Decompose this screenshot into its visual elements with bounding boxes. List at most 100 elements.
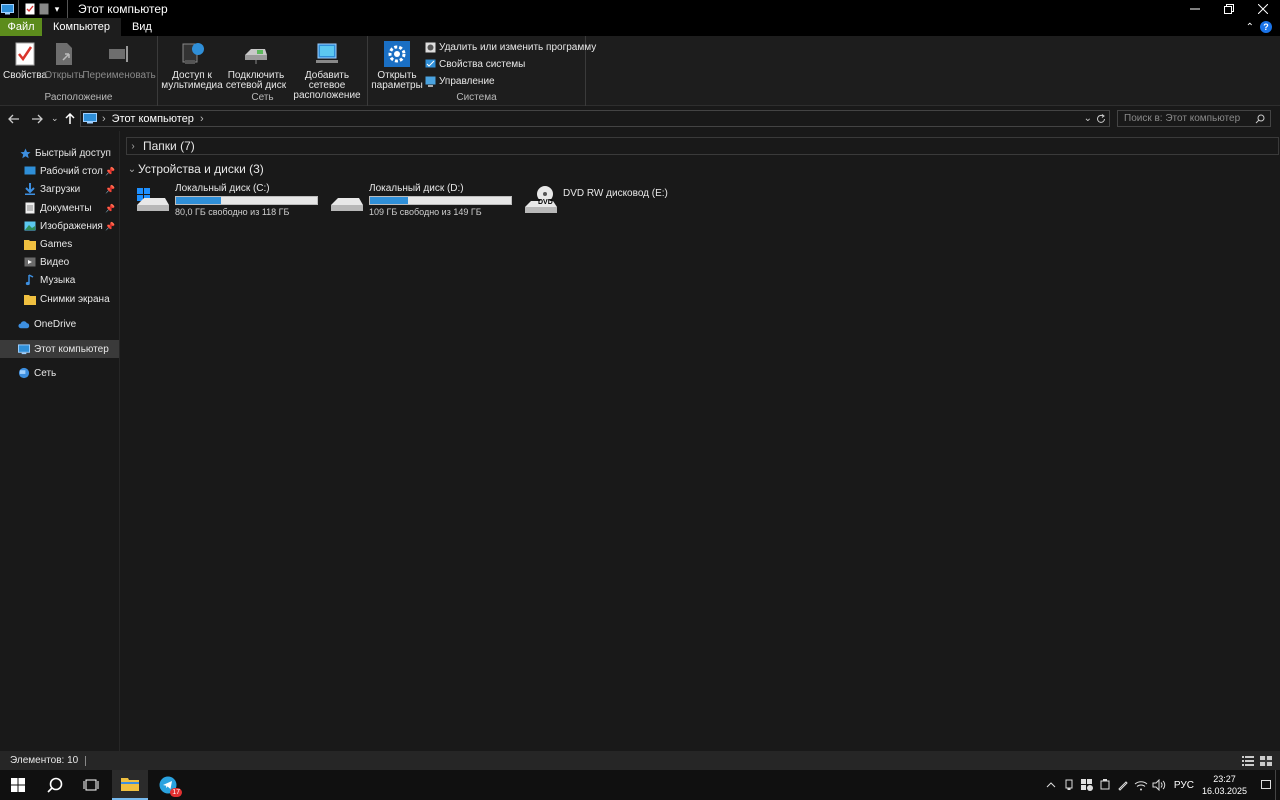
properties-icon: [11, 40, 39, 68]
sidebar-item-music[interactable]: Музыка: [0, 271, 119, 289]
media-access-button[interactable]: Доступ к мультимедиа: [160, 40, 224, 91]
task-view-button[interactable]: [73, 770, 109, 800]
sidebar-item-downloads[interactable]: Загрузки 📌: [0, 180, 119, 198]
computer-icon: [18, 343, 30, 355]
address-dropdown-icon[interactable]: ⌄: [1084, 113, 1092, 124]
video-icon: [24, 256, 36, 268]
restore-button[interactable]: [1212, 0, 1246, 18]
window-controls: [1178, 0, 1280, 18]
group-header-devices[interactable]: ⌄ Устройства и диски (3): [126, 160, 264, 178]
show-desktop-button[interactable]: [1275, 770, 1280, 800]
group-label-network: Сеть: [251, 92, 274, 103]
system-tray: РУС 23:27 16.03.2025: [1042, 770, 1280, 800]
computer-icon: [0, 0, 14, 18]
view-buttons: [1242, 755, 1272, 766]
refresh-icon[interactable]: [1096, 113, 1106, 124]
sidebar-item-this-pc[interactable]: Этот компьютер: [0, 340, 119, 358]
tab-file[interactable]: Файл: [0, 18, 42, 36]
new-folder-icon[interactable]: [37, 0, 51, 18]
sidebar-item-desktop[interactable]: Рабочий стол 📌: [0, 162, 119, 180]
breadcrumb-separator: ›: [102, 112, 106, 125]
media-server-icon: [178, 40, 206, 68]
group-header-folders[interactable]: › Папки (7): [126, 137, 1279, 155]
search-button[interactable]: [37, 770, 73, 800]
tiles-view-icon[interactable]: [1260, 755, 1272, 766]
uninstall-program-button[interactable]: Удалить или изменить программу: [424, 41, 596, 54]
rename-button[interactable]: Переименовать: [82, 40, 156, 81]
sidebar-item-onedrive[interactable]: OneDrive: [0, 315, 119, 333]
minimize-button[interactable]: [1178, 0, 1212, 18]
recent-locations-button[interactable]: ⌄: [51, 107, 59, 130]
wifi-icon[interactable]: [1132, 770, 1150, 800]
content-pane: › Папки (7) ⌄ Устройства и диски (3) Лок…: [121, 131, 1280, 751]
notification-center-icon[interactable]: [1261, 770, 1271, 800]
ribbon-group-network: Доступ к мультимедиа Подключить сетевой …: [158, 36, 368, 106]
properties-button[interactable]: Свойства: [3, 40, 47, 81]
open-settings-button[interactable]: Открыть параметры: [371, 40, 423, 91]
up-button[interactable]: [65, 107, 75, 130]
clock[interactable]: 23:27 16.03.2025: [1202, 773, 1247, 797]
security-icon[interactable]: [1078, 770, 1096, 800]
usb-icon[interactable]: [1060, 770, 1078, 800]
chevron-up-icon[interactable]: [1042, 770, 1060, 800]
open-button[interactable]: Открыть: [44, 40, 84, 81]
details-view-icon[interactable]: [1242, 755, 1254, 766]
drive-usage-bar: [175, 196, 318, 205]
divider: [18, 0, 19, 18]
sidebar-item-documents[interactable]: Документы 📌: [0, 199, 119, 217]
pin-icon[interactable]: 📌: [105, 222, 115, 231]
pin-icon[interactable]: 📌: [105, 185, 115, 194]
drive-d[interactable]: Локальный диск (D:) 109 ГБ свободно из 1…: [329, 183, 512, 223]
tab-view[interactable]: Вид: [121, 18, 163, 36]
language-indicator[interactable]: РУС: [1174, 780, 1194, 791]
system-properties-icon: [424, 59, 436, 71]
battery-icon[interactable]: [1096, 770, 1114, 800]
search-input[interactable]: Поиск в: Этот компьютер: [1117, 110, 1271, 127]
close-button[interactable]: [1246, 0, 1280, 18]
sidebar-item-network[interactable]: Сеть: [0, 364, 119, 382]
sidebar-item-pictures[interactable]: Изображения 📌: [0, 217, 119, 235]
pin-icon[interactable]: 📌: [105, 167, 115, 176]
group-label-system: Система: [456, 92, 497, 103]
tab-computer[interactable]: Компьютер: [42, 18, 121, 36]
telegram-taskbar-button[interactable]: 17: [150, 770, 186, 800]
start-button[interactable]: [0, 770, 36, 800]
manage-icon: [424, 76, 436, 88]
map-network-drive-button[interactable]: Подключить сетевой диск: [224, 40, 288, 91]
drive-c[interactable]: Локальный диск (C:) 80,0 ГБ свободно из …: [135, 183, 318, 223]
sidebar-item-quick-access[interactable]: Быстрый доступ: [0, 144, 119, 162]
system-drive-icon: [135, 183, 171, 217]
ribbon: Свойства Открыть Переименовать Расположе…: [0, 36, 1280, 106]
pin-icon[interactable]: 📌: [105, 204, 115, 213]
customize-toolbar-icon[interactable]: ▾: [51, 0, 63, 18]
manage-button[interactable]: Управление: [424, 75, 596, 88]
sidebar-item-games[interactable]: Games: [0, 235, 119, 253]
star-icon: [19, 147, 31, 159]
address-bar[interactable]: › Этот компьютер › ⌄: [80, 110, 1110, 127]
properties-icon[interactable]: [23, 0, 37, 18]
navigation-pane: Быстрый доступ Рабочий стол 📌 Загрузки 📌…: [0, 131, 120, 751]
system-properties-button[interactable]: Свойства системы: [424, 58, 596, 71]
network-icon: [18, 367, 30, 379]
forward-button[interactable]: [31, 107, 43, 130]
drive-name: Локальный диск (D:): [369, 183, 464, 194]
network-drive-icon: [242, 40, 270, 68]
documents-icon: [24, 202, 36, 214]
dvd-drive-icon: DVD: [523, 183, 559, 217]
sidebar-item-video[interactable]: Видео: [0, 253, 119, 271]
back-button[interactable]: [8, 107, 20, 130]
sidebar-item-screenshots[interactable]: Снимки экрана: [0, 290, 119, 308]
ribbon-right-controls: ⌃ ?: [1246, 18, 1272, 36]
drive-e[interactable]: DVD DVD RW дисковод (E:): [523, 183, 668, 223]
window-title: Этот компьютер: [78, 2, 168, 16]
drive-name: Локальный диск (C:): [175, 183, 270, 194]
file-explorer-taskbar-button[interactable]: [112, 770, 148, 800]
breadcrumb-current[interactable]: Этот компьютер: [112, 113, 194, 125]
pen-icon[interactable]: [1114, 770, 1132, 800]
system-small-buttons: Удалить или изменить программу Свойства …: [424, 41, 596, 88]
volume-icon[interactable]: [1150, 770, 1168, 800]
gear-icon: [383, 40, 411, 68]
search-icon: [1255, 114, 1265, 124]
collapse-ribbon-icon[interactable]: ⌃: [1246, 22, 1254, 33]
help-icon[interactable]: ?: [1260, 21, 1272, 33]
